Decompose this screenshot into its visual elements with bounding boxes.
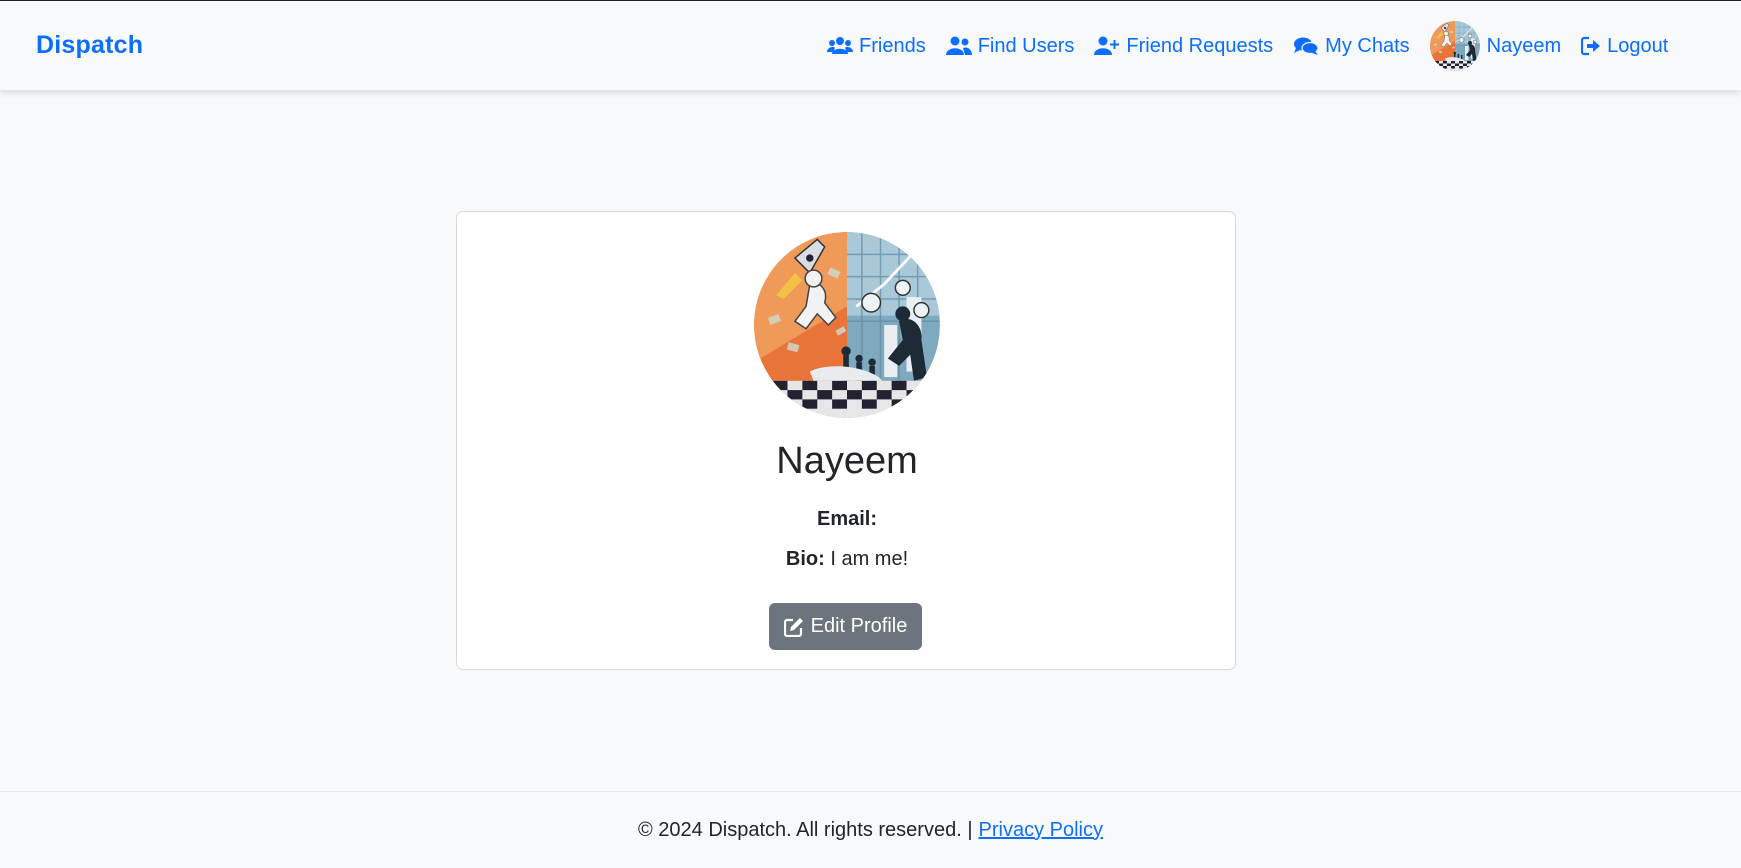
profile-card: Nayeem Email: Bio: I am me! Edit Profile [456, 211, 1236, 670]
nav-menu: Friends Find Users Friend Requests My Ch… [827, 1, 1688, 91]
nav-item-my-chats[interactable]: My Chats [1293, 1, 1410, 91]
navbar: Dispatch Friends Find Users Friend Reque… [0, 1, 1741, 91]
edit-icon [783, 617, 803, 637]
user-group-icon [945, 36, 972, 55]
bio-value: I am me! [830, 548, 909, 570]
edit-profile-button[interactable]: Edit Profile [769, 603, 922, 650]
profile-email: Email: [457, 508, 1237, 531]
bio-label: Bio: [785, 548, 825, 570]
nav-item-label: Friends [859, 34, 926, 57]
users-icon [827, 37, 853, 54]
footer-copyright: © 2024 Dispatch. All rights reserved. | [637, 818, 973, 841]
edit-profile-label: Edit Profile [810, 615, 908, 637]
nav-item-label: My Chats [1325, 34, 1410, 57]
nav-item-label: Friend Requests [1126, 34, 1274, 57]
profile-name: Nayeem [776, 440, 918, 482]
brand-logo[interactable]: Dispatch [36, 31, 143, 60]
nav-item-friends[interactable]: Friends [827, 1, 926, 91]
profile-avatar [754, 232, 940, 418]
nav-item-user-profile[interactable]: Nayeem [1430, 1, 1561, 91]
comments-icon [1294, 37, 1319, 55]
email-label: Email: [816, 508, 878, 530]
nav-item-label: Find Users [977, 34, 1075, 57]
nav-item-label: Logout [1607, 34, 1669, 57]
user-plus-icon [1094, 36, 1120, 55]
nav-item-logout[interactable]: Logout [1581, 1, 1668, 91]
nav-user-name: Nayeem [1486, 34, 1562, 57]
logout-icon [1581, 36, 1601, 56]
footer: © 2024 Dispatch. All rights reserved. | … [0, 791, 1741, 868]
nav-item-friend-requests[interactable]: Friend Requests [1094, 1, 1273, 91]
privacy-policy-link[interactable]: Privacy Policy [979, 819, 1103, 842]
user-avatar [1430, 21, 1480, 71]
nav-item-find-users[interactable]: Find Users [945, 1, 1075, 91]
profile-bio: Bio: I am me! [457, 548, 1237, 571]
